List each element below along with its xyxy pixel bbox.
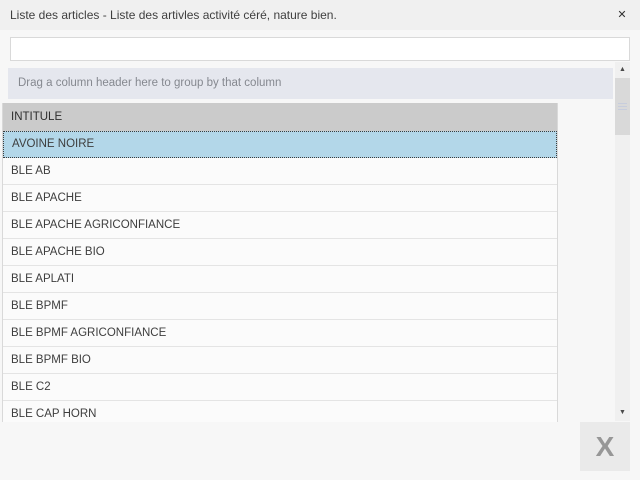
list-item[interactable]: BLE APLATI [3,266,557,293]
search-input[interactable] [10,37,630,61]
list-item[interactable]: AVOINE NOIRE [3,131,557,158]
articles-list-dialog: Liste des articles - Liste des artivles … [0,0,640,480]
list-item[interactable]: BLE APACHE [3,185,557,212]
list-item[interactable]: BLE APACHE AGRICONFIANCE [3,212,557,239]
list-item[interactable]: BLE AB [3,158,557,185]
dialog-title: Liste des articles - Liste des artivles … [10,0,337,30]
articles-grid: INTITULE AVOINE NOIREBLE ABBLE APACHEBLE… [2,103,558,422]
scrollbar-thumb[interactable] [615,78,630,135]
list-item[interactable]: BLE BPMF AGRICONFIANCE [3,320,557,347]
scroll-down-icon[interactable]: ▼ [615,405,630,421]
list-item[interactable]: BLE APACHE BIO [3,239,557,266]
list-body: AVOINE NOIREBLE ABBLE APACHEBLE APACHE A… [3,131,557,422]
close-icon[interactable]: ✕ [614,0,630,30]
group-by-panel[interactable]: Drag a column header here to group by th… [8,68,613,99]
column-header-intitule[interactable]: INTITULE [3,103,557,131]
list-item[interactable]: BLE BPMF [3,293,557,320]
list-item[interactable]: BLE CAP HORN [3,401,557,422]
grip-icon [618,103,627,111]
list-item[interactable]: BLE C2 [3,374,557,401]
scroll-up-icon[interactable]: ▲ [615,62,630,78]
group-by-hint: Drag a column header here to group by th… [18,77,281,89]
list-item[interactable]: BLE BPMF BIO [3,347,557,374]
close-dialog-button[interactable]: X [580,422,630,471]
titlebar: Liste des articles - Liste des artivles … [0,0,640,30]
vertical-scrollbar[interactable]: ▲ ▼ [615,62,630,421]
